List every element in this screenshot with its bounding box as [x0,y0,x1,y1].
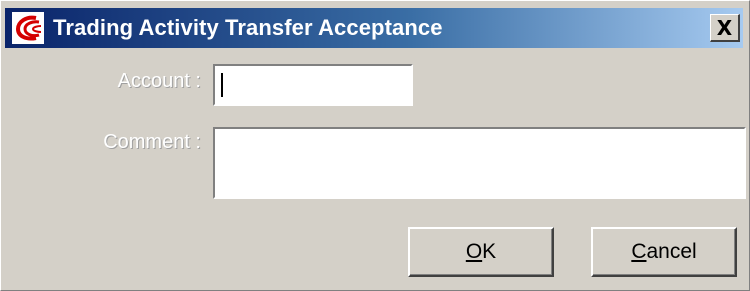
cancel-button[interactable]: Cancel [591,227,737,277]
account-field-frame [212,63,414,107]
account-label: Account : [117,70,201,92]
account-input[interactable] [215,66,411,104]
ok-label-rest: K [482,240,497,263]
app-logo-icon [11,11,45,45]
dialog-window: Trading Activity Transfer Acceptance X A… [0,0,750,291]
comment-label: Comment : [103,131,201,153]
cancel-mnemonic: C [631,240,647,263]
close-button[interactable]: X [710,14,740,42]
title-bar[interactable]: Trading Activity Transfer Acceptance X [5,8,743,48]
ok-mnemonic: O [465,240,483,263]
comment-input[interactable] [215,129,744,197]
window-title: Trading Activity Transfer Acceptance [53,15,443,40]
text-caret [221,73,223,97]
comment-field-frame [212,126,747,200]
close-icon: X [716,15,733,40]
cancel-label-rest: ancel [646,240,697,263]
ok-button[interactable]: OK [408,227,554,277]
